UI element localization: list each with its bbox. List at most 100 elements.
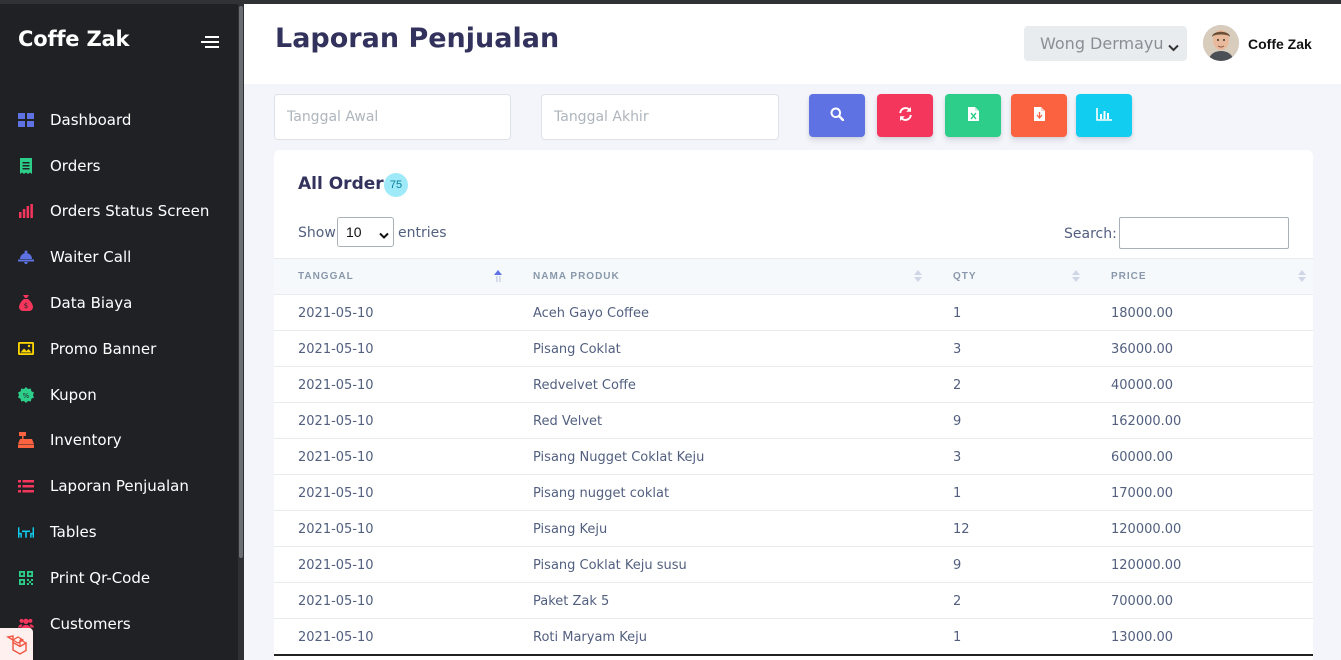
entries-select[interactable]: 10 bbox=[337, 217, 394, 247]
start-date-input[interactable] bbox=[274, 94, 511, 140]
pdf-file-icon bbox=[1033, 107, 1045, 124]
end-date-input[interactable] bbox=[541, 94, 779, 140]
sidebar-item-label: Customers bbox=[50, 614, 131, 633]
cell-price: 60000.00 bbox=[1111, 450, 1174, 465]
cell-date: 2021-05-10 bbox=[298, 306, 374, 321]
chevron-down-icon bbox=[379, 227, 389, 243]
show-label: Show bbox=[298, 225, 336, 241]
cell-date: 2021-05-10 bbox=[298, 378, 374, 393]
search-icon bbox=[830, 107, 845, 124]
sort-icon[interactable] bbox=[913, 269, 923, 288]
sidebar-item-laporan-penjualan[interactable]: Laporan Penjualan bbox=[0, 463, 238, 509]
refresh-button[interactable] bbox=[877, 94, 933, 137]
cell-qty: 9 bbox=[953, 558, 962, 573]
cell-product: Red Velvet bbox=[533, 414, 603, 429]
sort-icon[interactable] bbox=[1071, 269, 1081, 288]
page-title: Laporan Penjualan bbox=[275, 23, 560, 54]
sidebar-item-dashboard[interactable]: Dashboard bbox=[0, 97, 238, 143]
sidebar-item-label: Tables bbox=[50, 523, 97, 542]
cell-date: 2021-05-10 bbox=[298, 630, 374, 645]
sidebar-item-label: Waiter Call bbox=[50, 248, 132, 267]
avatar[interactable] bbox=[1203, 25, 1239, 61]
sidebar-nav: Dashboard Orders Orders Status Screen Wa… bbox=[0, 97, 238, 647]
excel-file-icon bbox=[967, 107, 979, 124]
sidebar-item-label: Orders Status Screen bbox=[50, 202, 210, 221]
cell-product: Aceh Gayo Coffee bbox=[533, 306, 649, 321]
bar-chart-icon bbox=[18, 203, 34, 219]
cell-price: 36000.00 bbox=[1111, 342, 1174, 357]
dashboard-icon bbox=[18, 112, 34, 128]
export-pdf-button[interactable] bbox=[1011, 94, 1067, 137]
cell-date: 2021-05-10 bbox=[298, 594, 374, 609]
branch-select[interactable]: Wong Dermayu bbox=[1024, 26, 1187, 61]
cell-product: Redvelvet Coffe bbox=[533, 378, 636, 393]
column-header-nama-produk[interactable]: NAMA PRODUK bbox=[533, 271, 620, 282]
sidebar-item-waiter-call[interactable]: Waiter Call bbox=[0, 234, 238, 280]
sidebar-item-label: Dashboard bbox=[50, 110, 132, 129]
chart-icon bbox=[1096, 107, 1112, 124]
order-count-badge: 75 bbox=[384, 173, 408, 197]
table-row: 2021-05-10 Paket Zak 5 2 70000.00 bbox=[274, 583, 1313, 619]
cell-price: 13000.00 bbox=[1111, 630, 1174, 645]
coupon-icon: % bbox=[18, 386, 34, 403]
table-row: 2021-05-10 Aceh Gayo Coffee 1 18000.00 bbox=[274, 295, 1313, 331]
chevron-down-icon bbox=[1168, 37, 1179, 56]
cell-qty: 1 bbox=[953, 306, 962, 321]
column-header-tanggal[interactable]: TANGGAL bbox=[298, 271, 354, 282]
sidebar-scroll-thumb[interactable] bbox=[239, 6, 243, 558]
entries-label: entries bbox=[398, 225, 447, 241]
sidebar-item-orders-status-screen[interactable]: Orders Status Screen bbox=[0, 189, 238, 235]
cell-price: 120000.00 bbox=[1111, 522, 1182, 537]
cell-date: 2021-05-10 bbox=[298, 414, 374, 429]
sidebar-item-label: Laporan Penjualan bbox=[50, 477, 189, 496]
cell-product: Roti Maryam Keju bbox=[533, 630, 647, 645]
entries-select-value: 10 bbox=[346, 224, 362, 240]
search-button[interactable] bbox=[809, 94, 865, 137]
user-name[interactable]: Coffe Zak bbox=[1248, 36, 1312, 52]
sidebar-item-kupon[interactable]: % Kupon bbox=[0, 372, 238, 418]
qrcode-icon bbox=[18, 570, 34, 586]
laravel-logo-icon[interactable] bbox=[0, 628, 33, 660]
menu-toggle-icon[interactable] bbox=[201, 36, 219, 50]
table-search-input[interactable] bbox=[1119, 217, 1289, 249]
sidebar-item-customers[interactable]: Customers bbox=[0, 601, 238, 647]
cell-qty: 2 bbox=[953, 594, 962, 609]
sidebar-scrollbar[interactable] bbox=[238, 0, 244, 660]
card-title: All Orders bbox=[298, 174, 394, 194]
cell-qty: 1 bbox=[953, 486, 962, 501]
table-row: 2021-05-10 Pisang nugget coklat 1 17000.… bbox=[274, 475, 1313, 511]
sidebar-item-label: Data Biaya bbox=[50, 294, 133, 313]
sidebar-item-label: Print Qr-Code bbox=[50, 568, 151, 587]
export-excel-button[interactable] bbox=[945, 94, 1001, 137]
list-icon bbox=[18, 478, 34, 494]
cell-price: 162000.00 bbox=[1111, 414, 1182, 429]
table-chairs-icon bbox=[18, 524, 34, 540]
sidebar-item-orders[interactable]: Orders bbox=[0, 143, 238, 189]
sort-icon[interactable] bbox=[1297, 269, 1307, 288]
sidebar-item-data-biaya[interactable]: $ Data Biaya bbox=[0, 280, 238, 326]
top-strip bbox=[0, 0, 1341, 4]
cell-date: 2021-05-10 bbox=[298, 522, 374, 537]
sidebar-item-promo-banner[interactable]: Promo Banner bbox=[0, 326, 238, 372]
image-icon bbox=[18, 341, 34, 357]
sort-ascending-icon[interactable] bbox=[493, 269, 503, 288]
cell-product: Pisang Nugget Coklat Keju bbox=[533, 450, 705, 465]
column-header-qty[interactable]: QTY bbox=[953, 271, 977, 282]
refresh-icon bbox=[898, 107, 913, 124]
chart-button[interactable] bbox=[1076, 94, 1132, 137]
svg-text:$: $ bbox=[24, 302, 28, 310]
sidebar-item-print-qr-code[interactable]: Print Qr-Code bbox=[0, 555, 238, 601]
table-row: 2021-05-10 Pisang Keju 12 120000.00 bbox=[274, 511, 1313, 547]
money-bag-icon: $ bbox=[18, 295, 34, 312]
brand-logo[interactable]: Coffe Zak bbox=[18, 27, 129, 51]
cell-price: 17000.00 bbox=[1111, 486, 1174, 501]
svg-text:%: % bbox=[23, 392, 30, 400]
sidebar-item-label: Kupon bbox=[50, 385, 97, 404]
sidebar-item-tables[interactable]: Tables bbox=[0, 509, 238, 555]
cell-price: 120000.00 bbox=[1111, 558, 1182, 573]
sidebar-item-inventory[interactable]: Inventory bbox=[0, 418, 238, 464]
branch-select-value: Wong Dermayu bbox=[1040, 34, 1164, 53]
column-header-price[interactable]: PRICE bbox=[1111, 271, 1147, 282]
cash-register-icon bbox=[18, 432, 34, 449]
cell-qty: 12 bbox=[953, 522, 970, 537]
